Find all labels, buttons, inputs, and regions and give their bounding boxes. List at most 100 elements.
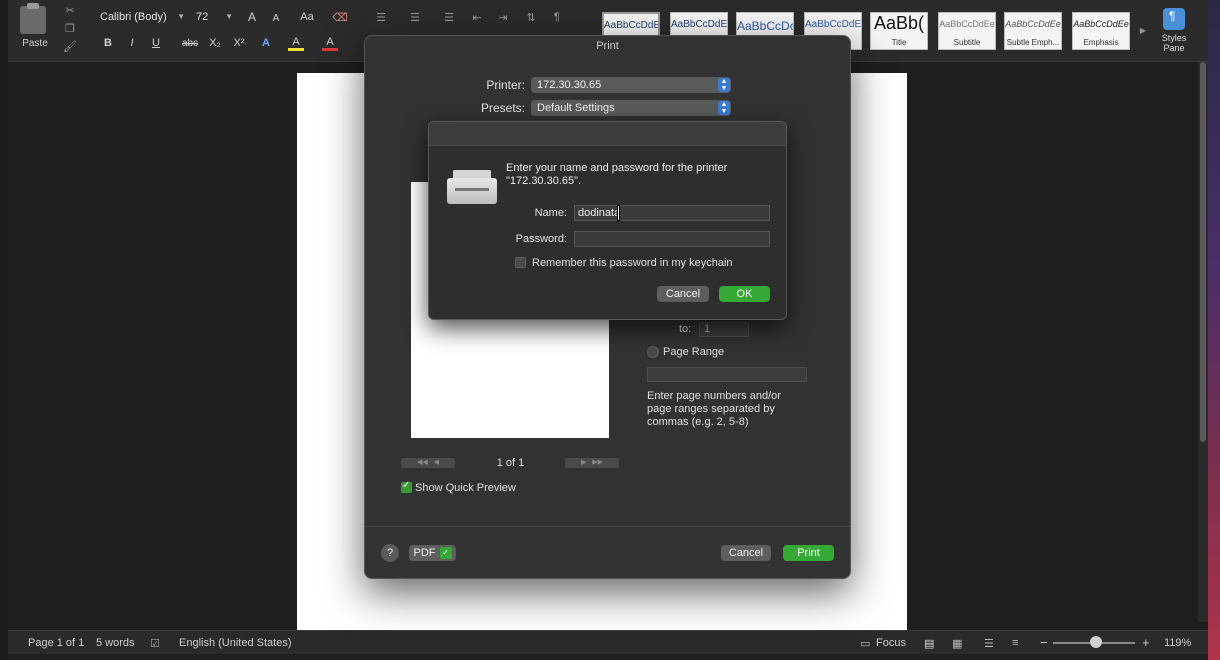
zoom-slider-knob[interactable] <box>1090 636 1102 648</box>
styles-pane-button[interactable]: Styles Pane <box>1154 8 1194 53</box>
show-marks-icon[interactable]: ¶ <box>548 10 566 24</box>
decrease-indent-icon[interactable]: ⇤ <box>468 10 486 24</box>
presets-label: Presets: <box>480 101 525 115</box>
presets-select[interactable]: Default Settings ▲ ▼ <box>531 100 731 116</box>
chevron-down-icon: ▼ <box>177 12 185 21</box>
password-field[interactable] <box>574 231 770 247</box>
auth-ok-button[interactable]: OK <box>719 286 770 302</box>
draft-view-icon[interactable]: ≡ <box>1012 637 1018 649</box>
styles-pane-icon <box>1163 8 1185 30</box>
clear-formatting-icon[interactable]: ⌫ <box>330 9 350 25</box>
word-count[interactable]: 5 words <box>96 637 135 649</box>
pdf-label: PDF <box>413 547 436 559</box>
auth-cancel-button[interactable]: Cancel <box>657 286 709 302</box>
style-label: Emphasis <box>1083 38 1119 47</box>
paste-button[interactable]: Paste <box>22 38 48 49</box>
stepper-icon: ▲ ▼ <box>718 101 730 115</box>
clipboard-icon[interactable] <box>20 3 46 34</box>
bullets-icon[interactable]: ☰ <box>368 10 394 24</box>
zoom-in-button[interactable]: + <box>1142 635 1150 650</box>
strikethrough-button[interactable]: abc <box>178 35 202 51</box>
sort-icon[interactable]: ⇅ <box>522 10 540 24</box>
superscript-button[interactable]: X² <box>230 35 248 51</box>
vertical-scrollbar[interactable] <box>1198 62 1208 622</box>
bold-button[interactable]: B <box>100 35 116 51</box>
preview-nav-forward[interactable]: ▶ ▶▶ <box>565 458 619 468</box>
increase-indent-icon[interactable]: ⇥ <box>494 10 512 24</box>
focus-button[interactable]: Focus <box>876 637 906 649</box>
printer-label: Printer: <box>486 78 525 92</box>
style-emphasis[interactable]: AaBbCcDdEe Emphasis <box>1072 12 1130 50</box>
font-name-value: Calibri (Body) <box>100 11 167 23</box>
numbering-icon[interactable]: ☰ <box>402 10 428 24</box>
language[interactable]: English (United States) <box>179 637 292 649</box>
style-sample: AaBbCcDdEe <box>671 19 727 30</box>
name-field[interactable]: dodinata <box>574 205 770 221</box>
text-cursor-icon <box>618 206 619 220</box>
show-preview-checkbox[interactable] <box>401 480 412 493</box>
font-name-select[interactable]: Calibri (Body) ▼ <box>96 8 188 26</box>
printer-auth-sheet: Enter your name and password for the pri… <box>428 121 787 320</box>
grow-font-button[interactable]: A <box>242 9 262 25</box>
print-dialog-title: Print <box>596 40 619 52</box>
scroll-thumb[interactable] <box>1200 62 1206 442</box>
font-size-select[interactable]: 72 ▼ <box>192 8 236 26</box>
style-sample: AaBbCcDdEe <box>939 19 995 29</box>
cut-icon[interactable]: ✂ <box>64 4 76 17</box>
change-case-icon[interactable]: Aa <box>294 9 320 25</box>
style-subtitle[interactable]: AaBbCcDdEe Subtitle <box>938 12 996 50</box>
preview-nav-back[interactable]: ◀◀ ◀ <box>401 458 455 468</box>
font-size-value: 72 <box>196 11 209 23</box>
style-sample: AaBb( <box>873 13 925 33</box>
font-color-button[interactable]: A <box>322 35 338 51</box>
pdf-menu-button[interactable]: PDF ✓ <box>409 545 456 561</box>
style-title[interactable]: AaBb( Title <box>870 12 928 50</box>
highlight-button[interactable]: A <box>288 35 304 51</box>
proofing-icon[interactable]: ☑ <box>150 637 160 650</box>
style-label: Subtle Emph... <box>1006 38 1060 47</box>
italic-button[interactable]: I <box>124 35 140 51</box>
style-sample: AaBbCcDdEe <box>604 20 658 31</box>
outline-view-icon[interactable]: ☰ <box>984 637 994 650</box>
page-range-radio[interactable] <box>647 346 659 358</box>
preview-page-counter: 1 of 1 <box>496 457 525 469</box>
underline-button[interactable]: U <box>148 35 164 51</box>
print-button[interactable]: Print <box>783 545 834 561</box>
printer-icon <box>447 170 497 206</box>
style-sample: AaBbCcDdEe <box>1073 19 1129 29</box>
show-preview-label: Show Quick Preview <box>415 482 516 494</box>
multilevel-list-icon[interactable]: ☰ <box>436 10 462 24</box>
focus-icon[interactable]: ▭ <box>860 637 870 650</box>
chevron-down-icon: ✓ <box>439 547 452 560</box>
text-effects-button[interactable]: A <box>258 35 274 51</box>
print-layout-icon[interactable]: ▤ <box>924 637 934 650</box>
stepper-icon: ▲ ▼ <box>718 78 730 92</box>
to-label: to: <box>679 323 692 335</box>
style-label: Subtitle <box>953 38 981 47</box>
subscript-button[interactable]: X₂ <box>206 35 224 51</box>
help-button[interactable]: ? <box>381 544 399 562</box>
page-info[interactable]: Page 1 of 1 <box>28 637 84 649</box>
name-label: Name: <box>534 207 567 219</box>
printer-icon-slot <box>455 188 489 191</box>
style-label: Title <box>891 38 907 47</box>
shrink-font-button[interactable]: A <box>266 11 286 25</box>
status-bar: Page 1 of 1 5 words ☑ English (United St… <box>8 630 1208 654</box>
page-range-input[interactable] <box>647 367 807 382</box>
chevron-right-icon[interactable]: ▶ <box>1138 24 1148 36</box>
printer-value: 172.30.30.65 <box>537 79 602 91</box>
format-painter-icon[interactable]: 🖌 <box>63 40 77 53</box>
dialog-divider <box>365 526 850 527</box>
print-cancel-button[interactable]: Cancel <box>721 545 771 561</box>
style-subtle-emphasis[interactable]: AaBbCcDdEe Subtle Emph... <box>1004 12 1062 50</box>
web-layout-icon[interactable]: ▦ <box>952 637 962 650</box>
printer-select[interactable]: 172.30.30.65 ▲ ▼ <box>531 77 731 93</box>
zoom-out-button[interactable]: − <box>1040 635 1048 650</box>
to-page-field[interactable]: 1 <box>699 322 749 337</box>
style-sample: AaBbCcDdEe <box>1005 19 1061 29</box>
zoom-level[interactable]: 119% <box>1164 637 1191 649</box>
copy-icon[interactable]: ❐ <box>64 22 76 35</box>
remember-password-checkbox[interactable] <box>515 257 526 268</box>
remember-password-label: Remember this password in my keychain <box>532 257 733 269</box>
presets-value: Default Settings <box>537 102 615 114</box>
